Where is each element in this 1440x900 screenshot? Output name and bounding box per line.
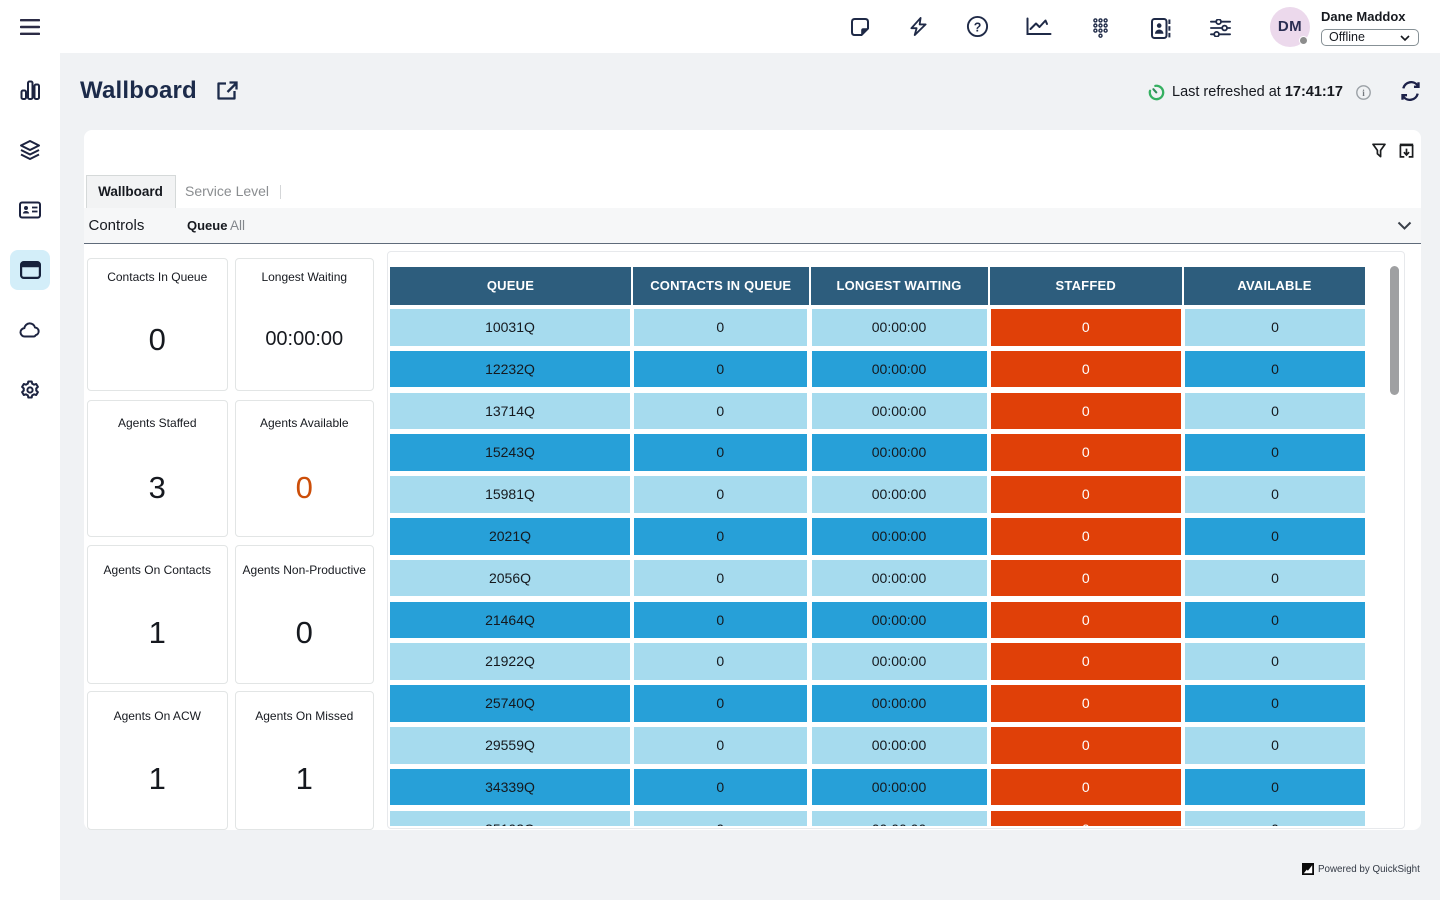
svg-text:i: i: [1362, 88, 1365, 98]
svg-text:?: ?: [974, 20, 982, 34]
